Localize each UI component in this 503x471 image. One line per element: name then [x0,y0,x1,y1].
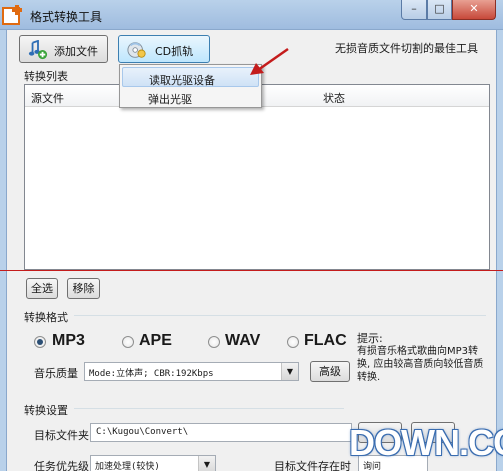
remove-button[interactable]: 移除 [67,278,100,299]
minimize-button[interactable]: – [401,0,427,20]
menu-item-label: 弹出光驱 [148,93,192,106]
quality-label: 音乐质量 [34,367,78,380]
add-file-label: 添加文件 [54,45,98,58]
column-header-status[interactable]: 状态 [323,90,345,106]
menu-item-eject-drive[interactable]: 弹出光驱 [122,87,259,107]
format-label-wav: WAV [225,332,261,349]
column-header-source[interactable]: 源文件 [31,90,64,106]
format-section-label: 转换格式 [24,311,68,324]
target-folder-label: 目标文件夹 [34,429,89,442]
hint-title: 提示: [357,332,383,345]
radio-wav[interactable] [208,336,220,348]
format-group-divider [74,315,486,316]
settings-group-divider [74,408,344,409]
close-button[interactable]: ✕ [452,0,496,20]
window-title: 格式转换工具 [30,10,103,24]
priority-select[interactable]: 加速处理(较快) ▼ [90,455,216,471]
add-music-file-icon [28,40,48,60]
chevron-down-icon: ▼ [281,363,298,380]
select-all-button[interactable]: 全选 [26,278,58,299]
watermark-logo-text: DOWN.CC [349,422,503,463]
site-watermark: DOWN.CC [345,420,503,471]
menu-item-label: 读取光驱设备 [149,74,215,87]
target-folder-input[interactable]: C:\Kugou\Convert\ [90,423,352,442]
convert-list[interactable]: 源文件 状态 [24,84,490,270]
exists-label: 目标文件存在时 [274,460,351,471]
quality-select[interactable]: Mode:立体声; CBR:192Kbps ▼ [84,362,299,381]
maximize-button[interactable]: □ [427,0,452,20]
annotation-divider [0,270,503,271]
cd-dropdown-menu: 读取光驱设备 弹出光驱 [119,64,262,108]
window-frame-right [497,30,503,471]
advanced-button[interactable]: 高级 [310,361,350,382]
radio-mp3[interactable] [34,336,46,348]
convert-list-label: 转换列表 [24,70,68,83]
add-file-button[interactable]: 添加文件 [19,35,108,63]
format-label-flac: FLAC [304,332,347,349]
quality-select-value: Mode:立体声; CBR:192Kbps [89,369,214,379]
chevron-down-icon: ▼ [198,456,215,471]
settings-section-label: 转换设置 [24,404,68,417]
priority-label: 任务优先级 [34,460,89,471]
radio-flac[interactable] [287,336,299,348]
priority-select-value: 加速处理(较快) [95,462,160,471]
cd-disc-icon [127,42,146,58]
format-label-mp3: MP3 [52,332,85,349]
hint-text: 有损音乐格式歌曲向MP3转换, 应由较高音质向较低音质转换. [357,346,484,383]
app-icon [2,5,22,25]
format-label-ape: APE [139,332,172,349]
menu-item-read-drive[interactable]: 读取光驱设备 [122,67,259,87]
target-folder-value: C:\Kugou\Convert\ [96,427,189,437]
radio-ape[interactable] [122,336,134,348]
slogan-text: 无损音质文件切割的最佳工具 [335,42,478,55]
cd-rip-label: CD抓轨 [155,45,194,58]
annotation-arrow-icon [250,47,289,75]
cd-rip-button[interactable]: CD抓轨 [118,35,210,63]
